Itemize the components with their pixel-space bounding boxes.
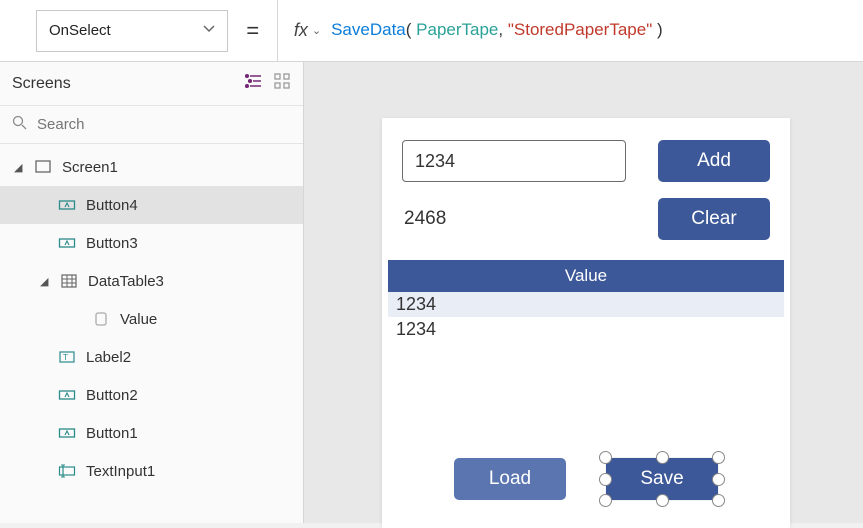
data-table[interactable]: Value 1234 1234	[388, 260, 784, 342]
table-row[interactable]: 1234	[388, 292, 784, 317]
thumbnail-view-icon[interactable]	[273, 72, 291, 95]
tree-item-textinput1[interactable]: TextInput1	[0, 452, 303, 490]
button-icon	[58, 196, 76, 214]
fx-icon[interactable]: fx⌄	[278, 20, 331, 41]
tree-item-button1[interactable]: Button1	[0, 414, 303, 452]
equals-sign: =	[246, 18, 259, 44]
button-icon	[58, 386, 76, 404]
datatable-icon	[60, 272, 78, 290]
search-icon	[12, 115, 27, 135]
tree-item-value-column[interactable]: Value	[0, 300, 303, 338]
tree-title: Screens	[12, 75, 71, 93]
resize-handle[interactable]	[599, 451, 612, 464]
result-label: 2468	[402, 208, 446, 230]
chevron-down-icon	[203, 22, 215, 39]
load-button[interactable]: Load	[454, 458, 566, 500]
add-button[interactable]: Add	[658, 140, 770, 182]
column-icon	[92, 310, 110, 328]
search-input[interactable]	[37, 116, 291, 133]
property-dropdown-value: OnSelect	[49, 22, 111, 39]
tree-item-button3[interactable]: Button3	[0, 224, 303, 262]
table-header: Value	[388, 260, 784, 292]
tree-item-label: Button3	[86, 235, 138, 252]
tree-item-label: Value	[120, 311, 157, 328]
tree-item-button2[interactable]: Button2	[0, 376, 303, 414]
app-screen[interactable]: Add 2468 Clear Value 1234 1234 Load Save	[382, 118, 790, 528]
tree-item-button4[interactable]: Button4	[0, 186, 303, 224]
button-icon	[58, 234, 76, 252]
tree-item-label: Label2	[86, 349, 131, 366]
caret-icon[interactable]: ◢	[14, 161, 24, 174]
clear-button[interactable]: Clear	[658, 198, 770, 240]
formula-input-area[interactable]: fx⌄ SaveData( PaperTape, "StoredPaperTap…	[277, 0, 863, 62]
search-row[interactable]	[0, 106, 303, 144]
label-icon: T	[58, 348, 76, 366]
tree-panel-header: Screens	[0, 62, 303, 106]
textinput-icon	[58, 462, 76, 480]
property-dropdown[interactable]: OnSelect	[36, 10, 228, 52]
resize-handle[interactable]	[656, 451, 669, 464]
tree-item-label: Button4	[86, 197, 138, 214]
svg-text:T: T	[63, 353, 68, 362]
tree-item-label: Button2	[86, 387, 138, 404]
tree-item-label: DataTable3	[88, 273, 164, 290]
number-input[interactable]	[402, 140, 626, 182]
tree-item-datatable3[interactable]: ◢ DataTable3	[0, 262, 303, 300]
resize-handle[interactable]	[712, 473, 725, 486]
caret-icon[interactable]: ◢	[40, 275, 50, 288]
screen-icon	[34, 158, 52, 176]
canvas-area[interactable]: Add 2468 Clear Value 1234 1234 Load Save	[304, 62, 863, 523]
resize-handle[interactable]	[599, 494, 612, 507]
resize-handle[interactable]	[712, 494, 725, 507]
tree-item-label: Button1	[86, 425, 138, 442]
formula-bar: OnSelect = fx⌄ SaveData( PaperTape, "Sto…	[0, 0, 863, 62]
tree-item-screen1[interactable]: ◢ Screen1	[0, 148, 303, 186]
control-tree: ◢ Screen1 Button4 Button3 ◢ DataTable3 V…	[0, 144, 303, 490]
selected-control[interactable]: Save	[606, 458, 718, 500]
tree-item-label: TextInput1	[86, 463, 155, 480]
resize-handle[interactable]	[712, 451, 725, 464]
formula-text[interactable]: SaveData( PaperTape, "StoredPaperTape" )	[331, 20, 663, 41]
tree-panel: Screens ◢ Screen1 Button4 Button3	[0, 62, 304, 523]
resize-handle[interactable]	[599, 473, 612, 486]
button-icon	[58, 424, 76, 442]
tree-item-label: Screen1	[62, 159, 118, 176]
resize-handle[interactable]	[656, 494, 669, 507]
tree-view-icon[interactable]	[245, 72, 263, 95]
tree-item-label2[interactable]: T Label2	[0, 338, 303, 376]
table-row[interactable]: 1234	[388, 317, 784, 342]
